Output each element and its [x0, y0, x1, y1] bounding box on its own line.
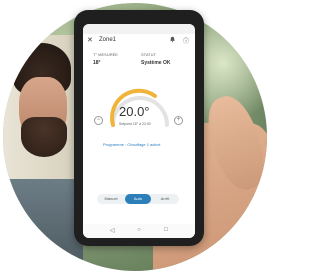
mode-selector: Manuel Auto Arrêt	[97, 194, 179, 204]
system-status: STATUT Système OK	[141, 52, 191, 66]
measured-temp: T° MESURÉE 18°	[93, 52, 143, 66]
temperature-value: 20.0°	[119, 104, 150, 119]
person	[3, 43, 71, 193]
smartphone: ✕ Zone1 ⓘ T° MESURÉE 18° STATUT Système …	[74, 10, 204, 246]
plus-icon[interactable]: +	[174, 116, 183, 125]
status-label: STATUT	[141, 52, 156, 57]
info-icon[interactable]: ⓘ	[183, 36, 189, 45]
measured-label: T° MESURÉE	[93, 52, 118, 57]
home-icon[interactable]: ○	[134, 227, 144, 235]
mode-arret[interactable]: Arrêt	[152, 194, 178, 204]
person-beard	[21, 117, 67, 157]
program-text[interactable]: Programme : Chauffage 1 activé	[103, 142, 161, 147]
nav-bar: ◁ ○ □	[83, 224, 195, 238]
close-icon[interactable]: ✕	[87, 36, 93, 44]
status-value: Système OK	[141, 60, 171, 66]
phone-screen: ✕ Zone1 ⓘ T° MESURÉE 18° STATUT Système …	[83, 24, 195, 238]
bell-icon[interactable]	[169, 36, 176, 43]
top-bar: ✕ Zone1 ⓘ	[83, 34, 195, 47]
mode-auto[interactable]: Auto	[125, 194, 151, 204]
measured-value: 18°	[93, 60, 101, 66]
setpoint-text: Setpoint 18° à 22:00	[119, 122, 151, 126]
back-icon[interactable]: ◁	[107, 227, 117, 235]
status-bar	[83, 24, 195, 34]
person-shirt	[3, 179, 83, 271]
minus-icon[interactable]: −	[94, 116, 103, 125]
recents-icon[interactable]: □	[161, 227, 171, 235]
zone-title: Zone1	[99, 37, 117, 43]
mode-manuel[interactable]: Manuel	[98, 194, 124, 204]
